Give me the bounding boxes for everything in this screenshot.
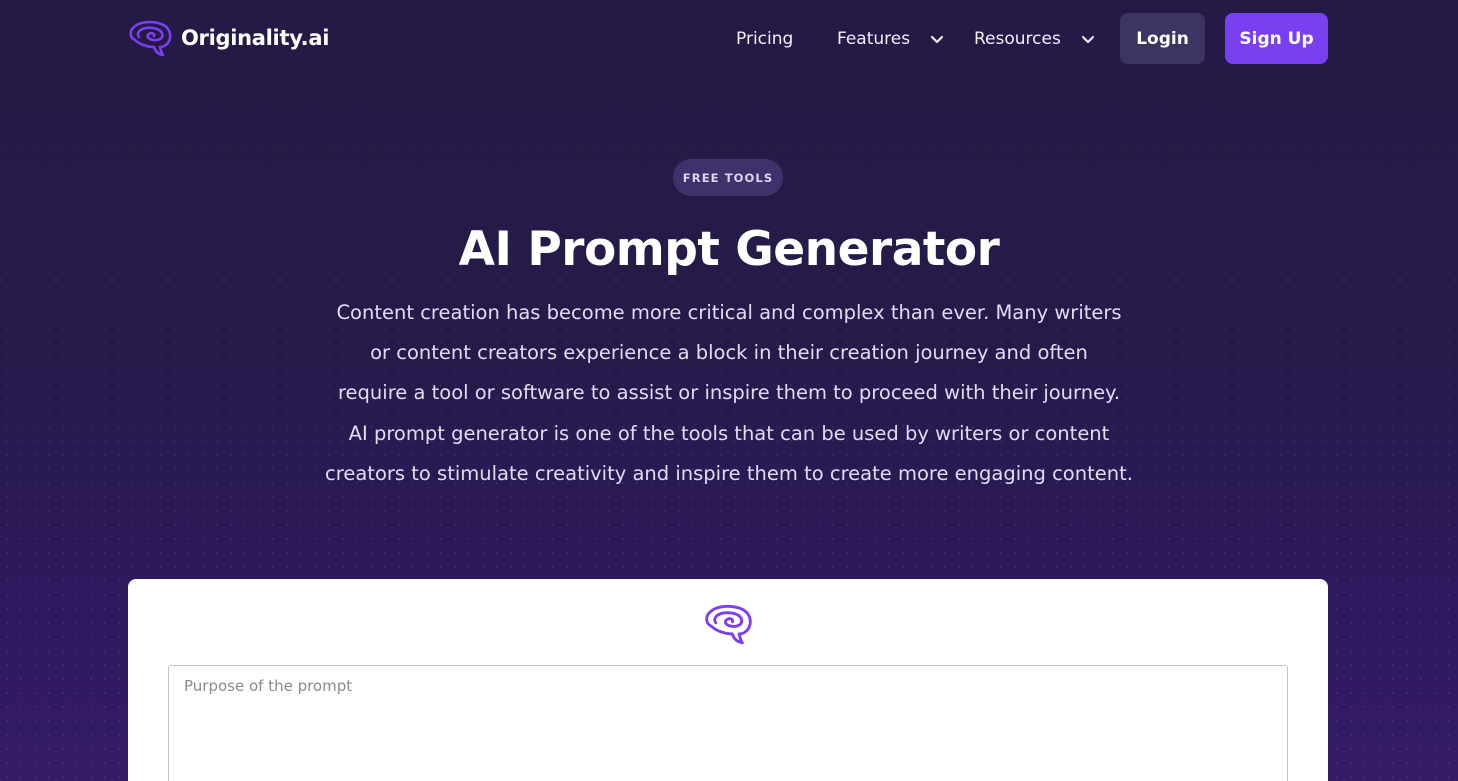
prompt-generator-card (128, 579, 1328, 781)
purpose-input[interactable] (168, 665, 1288, 781)
login-button[interactable]: Login (1120, 13, 1205, 64)
site-header: Originality.ai Pricing Features Resource… (0, 0, 1458, 78)
nav-resources[interactable]: Resources (974, 0, 1095, 78)
nav-pricing-label: Pricing (736, 29, 794, 49)
description-line: Content creation has become more critica… (336, 301, 1122, 324)
nav-resources-label: Resources (974, 29, 1061, 49)
description-line: AI prompt generator is one of the tools … (348, 421, 1110, 445)
chevron-down-icon (931, 35, 944, 43)
nav-features-label: Features (837, 29, 911, 49)
page-title: AI Prompt Generator (458, 222, 1000, 277)
brain-icon (705, 604, 752, 645)
hero-description: Content creation has become more critica… (290, 293, 1168, 494)
brain-icon (129, 20, 172, 57)
signup-button[interactable]: Sign Up (1225, 13, 1328, 64)
description-line: require a tool or software to assist or … (337, 381, 1121, 405)
description-line: or content creators experience a block i… (370, 341, 1088, 365)
description-line: creators to stimulate creativity and ins… (325, 461, 1133, 485)
nav-pricing[interactable]: Pricing (736, 0, 793, 78)
logo-link[interactable]: Originality.ai (127, 19, 329, 57)
brand-name: Originality.ai (181, 26, 330, 50)
nav-features[interactable]: Features (837, 0, 944, 78)
chevron-down-icon (1081, 35, 1094, 43)
free-tools-badge: FREE TOOLS (673, 159, 783, 196)
